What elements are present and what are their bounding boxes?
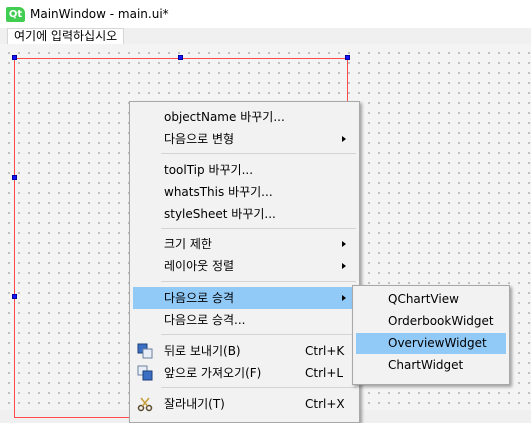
menu-item-cut[interactable]: 잘라내기(T) Ctrl+X: [133, 393, 356, 415]
menu-separator: [161, 281, 356, 282]
window-title: MainWindow - main.ui*: [30, 7, 169, 21]
menu-item-morph-into[interactable]: 다음으로 변형: [133, 128, 356, 150]
submenu-arrow-icon: [342, 136, 346, 142]
menu-item-label: 다음으로 승격...: [164, 313, 246, 327]
submenu-item-label: QChartView: [388, 292, 459, 306]
menu-item-size-constraints[interactable]: 크기 제한: [133, 233, 356, 255]
submenu-item-label: OverviewWidget: [388, 336, 487, 350]
qt-logo-icon: Qt: [6, 7, 25, 22]
menu-item-promote-to[interactable]: 다음으로 승격: [133, 287, 356, 309]
menu-item-label: 레이아웃 정렬: [164, 259, 235, 273]
send-to-back-icon: [137, 343, 153, 359]
menu-bar: 여기에 입력하십시오: [0, 28, 531, 46]
submenu-arrow-icon: [342, 241, 346, 247]
submenu-item-label: ChartWidget: [388, 358, 464, 372]
submenu-item-chartwidget[interactable]: ChartWidget: [356, 355, 506, 376]
title-bar: Qt MainWindow - main.ui*: [0, 0, 531, 29]
menu-item-label: 뒤로 보내기(B): [164, 344, 241, 358]
menu-item-label: 다음으로 승격: [164, 291, 235, 305]
menu-item-label: 다음으로 변형: [164, 132, 235, 146]
menu-item-label: whatsThis 바꾸기...: [164, 185, 273, 199]
context-menu: objectName 바꾸기... 다음으로 변형 toolTip 바꾸기...…: [129, 101, 360, 423]
menu-separator: [161, 387, 356, 388]
submenu-item-label: OrderbookWidget: [388, 314, 494, 328]
menu-item-label: objectName 바꾸기...: [164, 110, 285, 124]
menu-item-lay-out[interactable]: 레이아웃 정렬: [133, 255, 356, 277]
menu-item-label: toolTip 바꾸기...: [164, 163, 254, 177]
resize-handle-top-middle[interactable]: [178, 55, 183, 60]
menu-item-label: styleSheet 바꾸기...: [164, 207, 276, 221]
menu-separator: [161, 153, 356, 154]
submenu-item-qchartview[interactable]: QChartView: [356, 289, 506, 310]
menu-item-shortcut: Ctrl+X: [305, 397, 345, 411]
promote-to-submenu: QChartView OrderbookWidget OverviewWidge…: [352, 285, 510, 385]
resize-handle-left-upper[interactable]: [12, 175, 17, 180]
submenu-arrow-icon: [342, 263, 346, 269]
menu-item-promote-to-dialog[interactable]: 다음으로 승격...: [133, 309, 356, 331]
menu-item-tooltip[interactable]: toolTip 바꾸기...: [133, 159, 356, 181]
menu-item-bring-to-front[interactable]: 앞으로 가져오기(F) Ctrl+L: [133, 362, 356, 384]
submenu-arrow-icon: [342, 295, 346, 301]
menu-item-shortcut: Ctrl+K: [305, 344, 345, 358]
menu-separator: [161, 334, 356, 335]
menu-item-label: 잘라내기(T): [164, 397, 225, 411]
resize-handle-top-right[interactable]: [345, 55, 350, 60]
menu-item-send-to-back[interactable]: 뒤로 보내기(B) Ctrl+K: [133, 340, 356, 362]
menu-separator: [161, 228, 356, 229]
bring-to-front-icon: [137, 365, 153, 381]
menu-item-label: 앞으로 가져오기(F): [164, 366, 262, 380]
menu-item-objectname[interactable]: objectName 바꾸기...: [133, 106, 356, 128]
menu-item-label: 크기 제한: [164, 237, 212, 251]
menu-item-stylesheet[interactable]: styleSheet 바꾸기...: [133, 203, 356, 225]
resize-handle-top-left[interactable]: [12, 55, 17, 60]
menu-item-shortcut: Ctrl+L: [305, 366, 344, 380]
resize-handle-left-lower[interactable]: [12, 294, 17, 299]
submenu-item-orderbookwidget[interactable]: OrderbookWidget: [356, 311, 506, 332]
submenu-item-overviewwidget[interactable]: OverviewWidget: [356, 333, 506, 354]
menu-item-whatsthis[interactable]: whatsThis 바꾸기...: [133, 181, 356, 203]
